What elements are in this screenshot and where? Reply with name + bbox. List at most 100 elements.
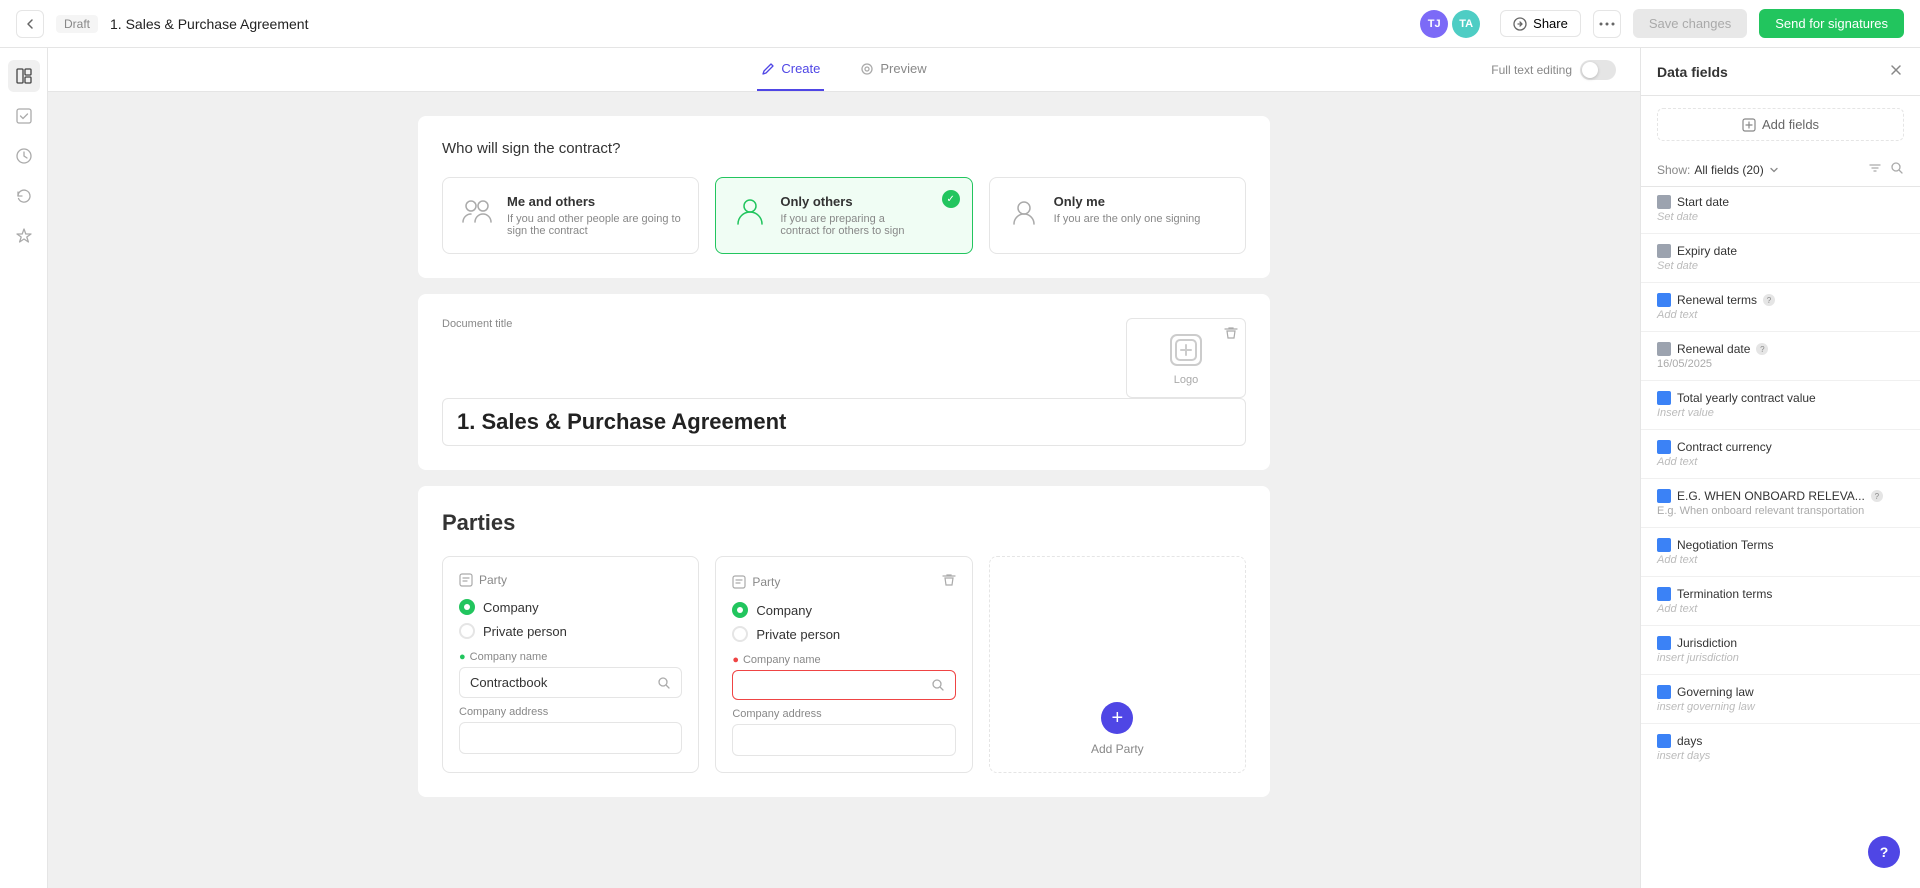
field-item[interactable]: Renewal terms ? Add text bbox=[1641, 285, 1920, 329]
party-2-address-wrapper: Company address bbox=[732, 708, 955, 756]
field-item[interactable]: Negotiation Terms Add text bbox=[1641, 530, 1920, 574]
party-1-private-radio[interactable]: Private person bbox=[459, 623, 682, 639]
field-item[interactable]: Contract currency Add text bbox=[1641, 432, 1920, 476]
party-card-2: Party Company bbox=[715, 556, 972, 773]
tab-preview-label: Preview bbox=[880, 61, 926, 76]
party-2-company-name-input[interactable] bbox=[732, 670, 955, 700]
field-type-icon bbox=[1657, 342, 1671, 356]
tab-create-label: Create bbox=[781, 61, 820, 76]
main-layout: Create Preview Full text editing Who wil… bbox=[0, 48, 1920, 888]
field-item-value: Add text bbox=[1657, 554, 1904, 566]
avatar-group: TJ TA bbox=[1420, 10, 1480, 38]
party-2-private-circle bbox=[732, 626, 748, 642]
field-name-text: Renewal terms bbox=[1677, 293, 1757, 307]
full-text-switch[interactable] bbox=[1580, 60, 1616, 80]
sign-only-others-icon bbox=[732, 194, 768, 230]
field-item[interactable]: Termination terms Add text bbox=[1641, 579, 1920, 623]
logo-delete-button[interactable] bbox=[1221, 323, 1241, 343]
field-type-icon bbox=[1657, 538, 1671, 552]
sign-option-me-others-content: Me and others If you and other people ar… bbox=[507, 194, 682, 237]
sign-option-only-others-desc: If you are preparing a contract for othe… bbox=[780, 213, 925, 237]
doc-title-input[interactable] bbox=[442, 398, 1246, 446]
field-item[interactable]: Expiry date Set date bbox=[1641, 236, 1920, 280]
sidebar-icon-star[interactable] bbox=[8, 220, 40, 252]
party-2-address-input[interactable] bbox=[732, 724, 955, 756]
field-type-icon bbox=[1657, 734, 1671, 748]
field-type-icon bbox=[1657, 587, 1671, 601]
add-fields-button[interactable]: Add fields bbox=[1657, 108, 1904, 141]
party-2-delete-button[interactable] bbox=[942, 573, 956, 590]
req-dot-2: ● bbox=[732, 654, 739, 666]
field-name-text: Start date bbox=[1677, 195, 1729, 209]
fields-list: Start date Set date Expiry date Set date… bbox=[1641, 187, 1920, 888]
party-1-address-input[interactable] bbox=[459, 722, 682, 754]
field-name-text: Contract currency bbox=[1677, 440, 1772, 454]
full-text-toggle: Full text editing bbox=[1491, 60, 1616, 80]
toggle-knob bbox=[1582, 62, 1598, 78]
field-item-name: Expiry date bbox=[1657, 244, 1904, 258]
party-1-header: Party bbox=[459, 573, 682, 587]
sidebar-icon-layout[interactable] bbox=[8, 60, 40, 92]
logo-icon bbox=[1166, 330, 1206, 370]
field-item[interactable]: Total yearly contract value Insert value bbox=[1641, 383, 1920, 427]
field-name-text: days bbox=[1677, 734, 1702, 748]
field-item[interactable]: days insert days bbox=[1641, 726, 1920, 770]
party-1-company-name-value: Contractbook bbox=[470, 675, 547, 690]
field-name-text: Renewal date bbox=[1677, 342, 1750, 356]
field-item-value: Add text bbox=[1657, 309, 1904, 321]
party-2-company-radio[interactable]: Company bbox=[732, 602, 955, 618]
more-options-button[interactable] bbox=[1593, 10, 1621, 38]
add-party-card: + Add Party bbox=[989, 556, 1246, 773]
field-item-name: days bbox=[1657, 734, 1904, 748]
sign-option-only-others[interactable]: Only others If you are preparing a contr… bbox=[715, 177, 972, 254]
party-1-company-name-input[interactable]: Contractbook bbox=[459, 667, 682, 698]
add-party-button[interactable]: + bbox=[1101, 702, 1133, 734]
field-item[interactable]: Governing law insert governing law bbox=[1641, 677, 1920, 721]
sign-option-only-me[interactable]: Only me If you are the only one signing bbox=[989, 177, 1246, 254]
filter-icon[interactable] bbox=[1868, 161, 1882, 178]
parties-section: Parties Party Compa bbox=[418, 486, 1270, 797]
party-1-private-label: Private person bbox=[483, 624, 567, 639]
help-icon: ? bbox=[1756, 343, 1768, 355]
help-button[interactable]: ? bbox=[1868, 836, 1900, 868]
field-item[interactable]: Start date Set date bbox=[1641, 187, 1920, 231]
field-item[interactable]: Jurisdiction insert jurisdiction bbox=[1641, 628, 1920, 672]
field-divider bbox=[1641, 625, 1920, 626]
field-name-text: Jurisdiction bbox=[1677, 636, 1737, 650]
sidebar-icon-check[interactable] bbox=[8, 100, 40, 132]
party-2-private-radio[interactable]: Private person bbox=[732, 626, 955, 642]
sign-option-only-me-content: Only me If you are the only one signing bbox=[1054, 194, 1201, 225]
panel-header: Data fields bbox=[1641, 48, 1920, 96]
party-1-company-label: Company bbox=[483, 600, 539, 615]
tab-bar: Create Preview Full text editing bbox=[48, 48, 1640, 92]
search-icon[interactable] bbox=[1890, 161, 1904, 178]
field-item[interactable]: E.G. WHEN ONBOARD RELEVA... ? E.g. When … bbox=[1641, 481, 1920, 525]
save-button[interactable]: Save changes bbox=[1633, 9, 1747, 38]
back-button[interactable] bbox=[16, 10, 44, 38]
sign-option-me-and-others[interactable]: Me and others If you and other people ar… bbox=[442, 177, 699, 254]
send-button[interactable]: Send for signatures bbox=[1759, 9, 1904, 38]
field-name-text: Expiry date bbox=[1677, 244, 1737, 258]
field-item-name: Negotiation Terms bbox=[1657, 538, 1904, 552]
panel-close-button[interactable] bbox=[1888, 62, 1904, 81]
sign-options: Me and others If you and other people ar… bbox=[442, 177, 1246, 254]
parties-grid: Party Company Private person bbox=[442, 556, 1246, 773]
sidebar-icon-clock[interactable] bbox=[8, 140, 40, 172]
tab-preview[interactable]: Preview bbox=[856, 48, 930, 91]
field-name-text: Governing law bbox=[1677, 685, 1754, 699]
tab-create[interactable]: Create bbox=[757, 48, 824, 91]
share-label: Share bbox=[1533, 16, 1568, 31]
share-button[interactable]: Share bbox=[1500, 10, 1581, 37]
sidebar-icon-history[interactable] bbox=[8, 180, 40, 212]
sign-option-me-others-desc: If you and other people are going to sig… bbox=[507, 213, 682, 237]
sign-question: Who will sign the contract? bbox=[442, 140, 1246, 157]
field-item-name: E.G. WHEN ONBOARD RELEVA... ? bbox=[1657, 489, 1904, 503]
sign-option-only-others-title: Only others bbox=[780, 194, 925, 209]
party-1-company-radio[interactable]: Company bbox=[459, 599, 682, 615]
party-2-label: Party bbox=[732, 575, 780, 589]
field-name-text: Negotiation Terms bbox=[1677, 538, 1774, 552]
party-2-label-text: Party bbox=[752, 575, 780, 589]
field-divider bbox=[1641, 282, 1920, 283]
topbar: Draft 1. Sales & Purchase Agreement TJ T… bbox=[0, 0, 1920, 48]
field-item[interactable]: Renewal date ? 16/05/2025 bbox=[1641, 334, 1920, 378]
